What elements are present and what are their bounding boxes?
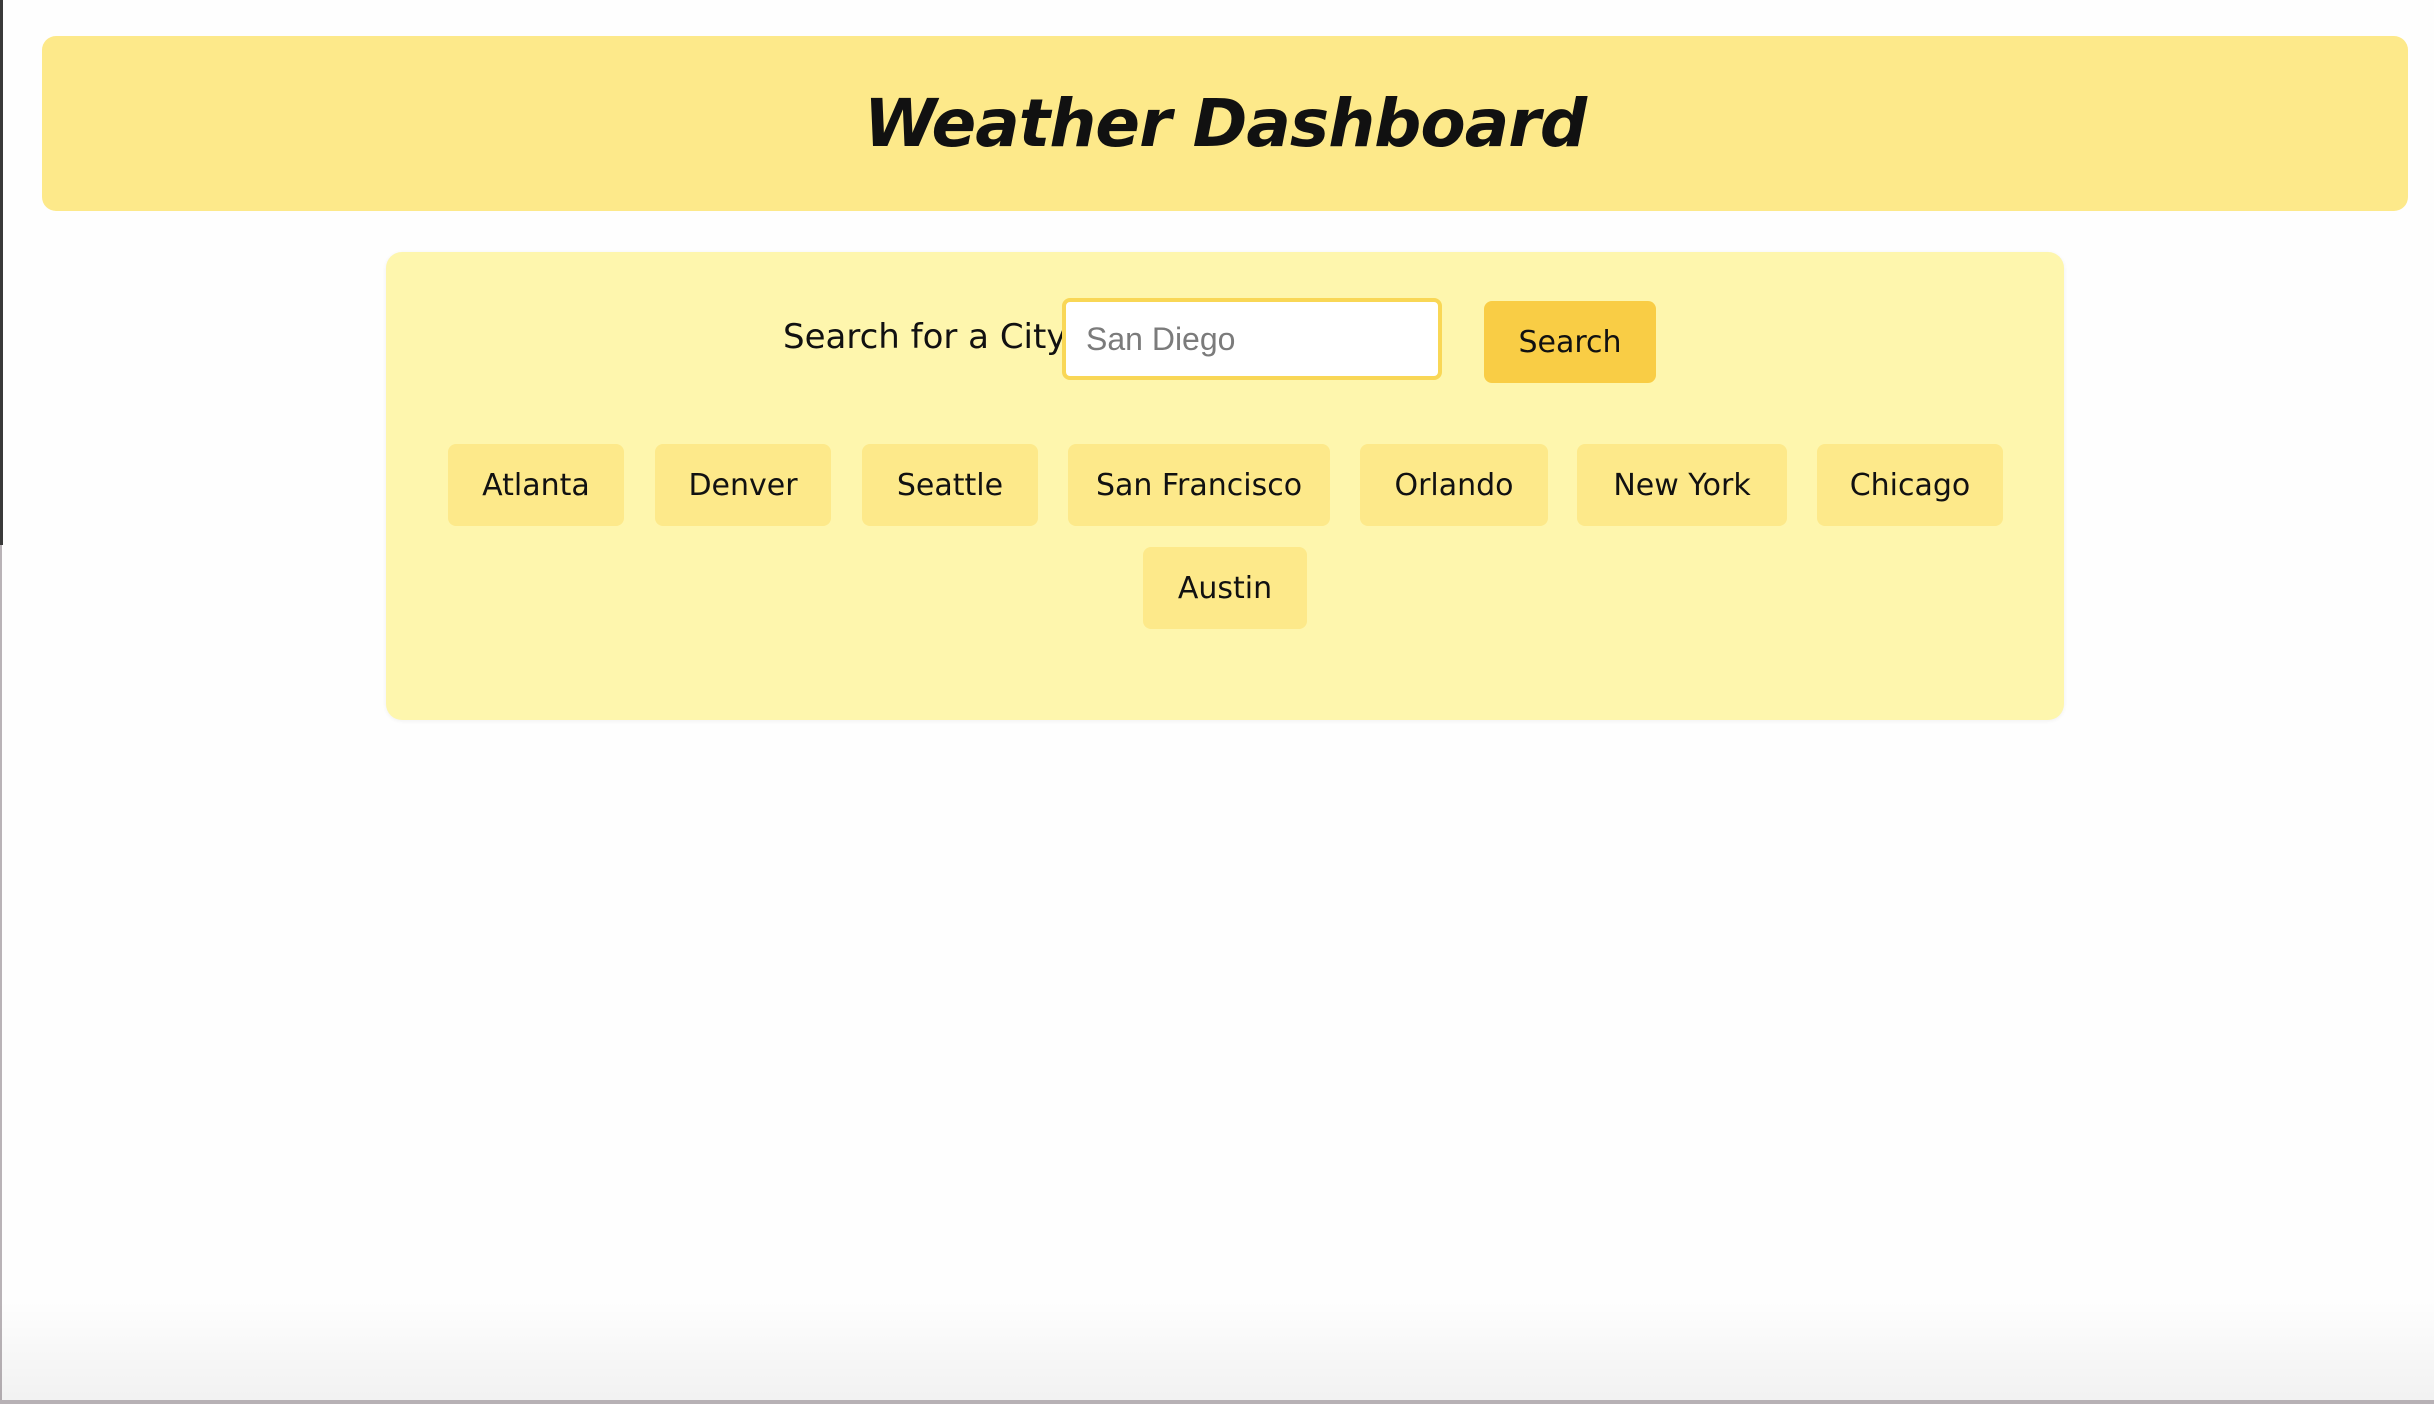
window-left-edge-shadow bbox=[0, 0, 3, 545]
city-button-new-york[interactable]: New York bbox=[1577, 444, 1787, 526]
city-button-denver[interactable]: Denver bbox=[655, 444, 831, 526]
page-title: Weather Dashboard bbox=[863, 85, 1587, 162]
city-button-orlando[interactable]: Orlando bbox=[1360, 444, 1548, 526]
city-button-seattle[interactable]: Seattle bbox=[862, 444, 1038, 526]
search-button[interactable]: Search bbox=[1484, 301, 1656, 383]
city-button-atlanta[interactable]: Atlanta bbox=[448, 444, 624, 526]
search-panel: Search for a City: Search Atlanta Denver… bbox=[386, 252, 2064, 720]
city-search-input[interactable] bbox=[1062, 298, 1442, 380]
page-header: Weather Dashboard bbox=[42, 36, 2408, 211]
window-bottom-edge bbox=[0, 1400, 2434, 1404]
city-button-san-francisco[interactable]: San Francisco bbox=[1068, 444, 1330, 526]
search-label-text: Search for a City: bbox=[783, 317, 1076, 357]
city-button-austin[interactable]: Austin bbox=[1143, 547, 1307, 629]
bottom-window-shadow bbox=[0, 1300, 2434, 1404]
city-button-chicago[interactable]: Chicago bbox=[1817, 444, 2003, 526]
